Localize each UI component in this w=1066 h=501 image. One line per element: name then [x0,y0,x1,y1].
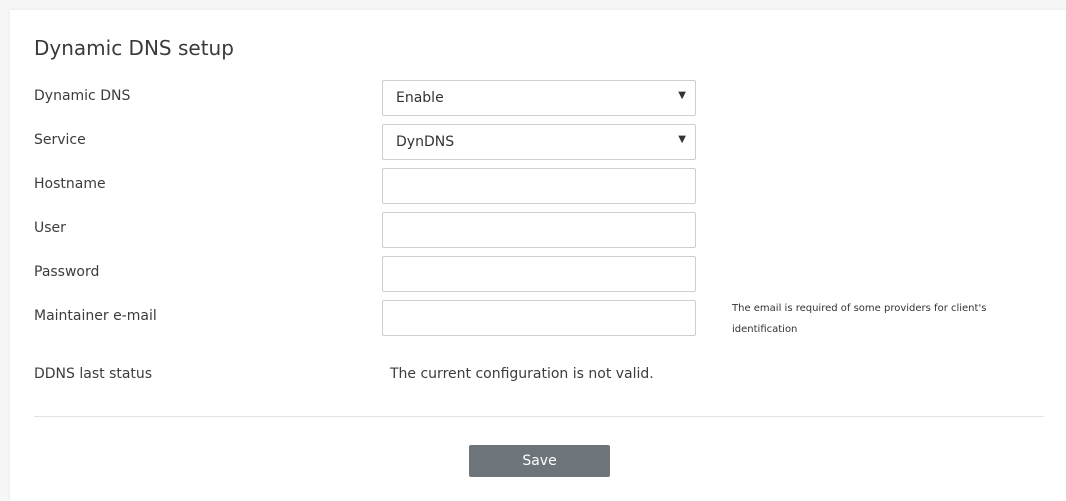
ddns-status-row: DDNS last status The current configurati… [10,358,1066,394]
service-select-value: DynDNS [396,134,455,150]
dynamic-dns-label: Dynamic DNS [34,88,131,104]
user-input[interactable] [382,212,696,248]
ddns-status-value: The current configuration is not valid. [390,366,654,382]
ddns-status-label: DDNS last status [34,366,153,382]
dynamic-dns-select[interactable]: Enable ▼ [382,80,696,116]
ddns-setup-panel: Dynamic DNS setup Dynamic DNS Enable ▼ S… [10,10,1066,501]
maintainer-email-label: Maintainer e-mail [34,308,157,324]
maintainer-email-help: The email is required of some providers … [732,303,987,335]
hostname-row: Hostname [10,168,1066,204]
divider [34,416,1044,417]
password-row: Password [10,256,1066,292]
password-input[interactable] [382,256,696,292]
user-label: User [34,220,66,236]
password-label: Password [34,264,100,280]
service-label: Service [34,132,86,148]
user-row: User [10,212,1066,248]
maintainer-email-row: Maintainer e-mail The email is required … [10,300,1066,336]
chevron-down-icon: ▼ [678,134,686,145]
service-row: Service DynDNS ▼ [10,124,1066,160]
hostname-input[interactable] [382,168,696,204]
save-button[interactable]: Save [469,445,610,477]
hostname-label: Hostname [34,176,106,192]
dynamic-dns-select-value: Enable [396,90,444,106]
maintainer-email-input[interactable] [382,300,696,336]
chevron-down-icon: ▼ [678,90,686,101]
service-select[interactable]: DynDNS ▼ [382,124,696,160]
page-title: Dynamic DNS setup [34,36,234,60]
dynamic-dns-row: Dynamic DNS Enable ▼ [10,80,1066,116]
